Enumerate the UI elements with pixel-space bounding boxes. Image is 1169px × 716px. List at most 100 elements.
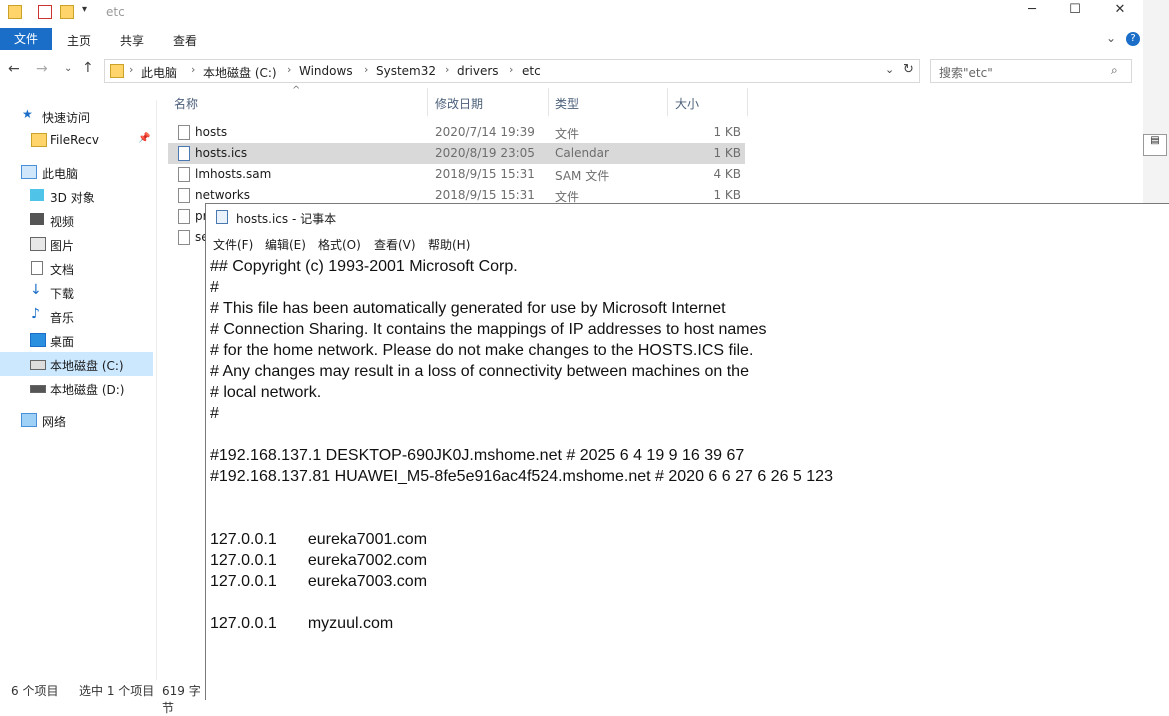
column-size[interactable]: 大小 (675, 95, 699, 112)
breadcrumb-windows[interactable]: Windows (299, 64, 353, 78)
text-line: # Connection Sharing. It contains the ma… (210, 321, 767, 338)
file-list-header: ^ 名称 修改日期 类型 大小 (168, 85, 748, 116)
tab-view[interactable]: 查看 (173, 32, 197, 49)
window-title: etc (106, 5, 125, 19)
nav-pictures[interactable]: 图片 (0, 232, 153, 256)
properties-icon[interactable] (38, 5, 52, 19)
folder-icon (8, 5, 22, 19)
file-row-hosts-ics[interactable]: hosts.ics 2020/8/19 23:05 Calendar 1 KB (168, 143, 745, 164)
file-row-services[interactable]: se (168, 227, 209, 248)
text-line: # local network. (210, 384, 322, 401)
document-icon (31, 261, 43, 275)
help-icon[interactable]: ? (1126, 32, 1140, 46)
drive-icon (30, 385, 46, 393)
details-view-icon[interactable]: ▤ (1143, 134, 1167, 156)
text-line: # (210, 405, 219, 422)
minimize-button[interactable]: ─ (1012, 2, 1052, 22)
text-line: # This file has been automatically gener… (210, 300, 726, 317)
back-arrow-icon[interactable]: ← (8, 61, 20, 77)
address-row: ← → ⌄ ↑ › 此电脑 › 本地磁盘 (C:) › Windows › Sy… (0, 57, 1143, 85)
close-button[interactable]: ✕ (1100, 2, 1140, 22)
navigation-pane: ★ 快速访问 FileRecv 📌 此电脑 3D 对象 视频 图片 文档 ↓ 下… (0, 100, 157, 680)
menu-format[interactable]: 格式(O) (318, 236, 361, 253)
menu-help[interactable]: 帮助(H) (428, 236, 470, 253)
text-line (210, 592, 1160, 613)
refresh-icon[interactable]: ↻ (903, 62, 914, 77)
tab-home[interactable]: 主页 (67, 32, 91, 49)
nav-this-pc[interactable]: 此电脑 (0, 160, 153, 184)
nav-drive-d[interactable]: 本地磁盘 (D:) (0, 376, 153, 400)
text-line: ## Copyright (c) 1993-2001 Microsoft Cor… (210, 258, 518, 275)
column-name[interactable]: 名称 (174, 95, 198, 112)
menu-edit[interactable]: 编辑(E) (265, 236, 306, 253)
breadcrumb-this-pc[interactable]: 此电脑 (141, 64, 177, 81)
pin-icon[interactable]: 📌 (138, 133, 150, 144)
column-date[interactable]: 修改日期 (435, 95, 483, 112)
menu-view[interactable]: 查看(V) (374, 236, 416, 253)
status-bar: 6 个项目 选中 1 个项目 619 字节 (0, 680, 210, 715)
video-icon (30, 213, 44, 225)
nav-quick-access[interactable]: ★ 快速访问 (0, 104, 153, 128)
text-line: # (210, 279, 219, 296)
nav-network[interactable]: 网络 (0, 408, 153, 432)
file-row-hosts[interactable]: hosts 2020/7/14 19:39 文件 1 KB (168, 122, 745, 143)
nav-drive-c[interactable]: 本地磁盘 (C:) (0, 352, 153, 376)
file-icon (178, 209, 190, 224)
drive-icon (30, 360, 46, 370)
text-line (210, 508, 1160, 529)
notepad-icon (216, 210, 228, 224)
text-line: # Any changes may result in a loss of co… (210, 363, 749, 380)
maximize-button[interactable]: ☐ (1055, 2, 1095, 22)
up-arrow-icon[interactable]: ↑ (82, 60, 94, 76)
folder-icon (110, 64, 124, 78)
file-icon (178, 230, 190, 245)
star-icon: ★ (22, 107, 33, 121)
nav-documents[interactable]: 文档 (0, 256, 153, 280)
notepad-menubar: 文件(F) 编辑(E) 格式(O) 查看(V) 帮助(H) (206, 234, 1169, 254)
breadcrumb-drive-c[interactable]: 本地磁盘 (C:) (203, 64, 277, 81)
nav-downloads[interactable]: ↓ 下载 (0, 280, 153, 304)
expand-ribbon-icon[interactable]: ⌄ (1106, 31, 1116, 45)
file-row-protocol[interactable]: pr (168, 206, 208, 227)
nav-filerecv[interactable]: FileRecv 📌 (0, 128, 153, 152)
file-row-lmhosts[interactable]: lmhosts.sam 2018/9/15 15:31 SAM 文件 4 KB (168, 164, 745, 185)
text-line (210, 424, 1160, 445)
text-line: 127.0.0.1 eureka7002.com (210, 552, 428, 569)
desktop-icon (30, 333, 46, 347)
file-icon (178, 167, 190, 182)
right-edge-panel: ▤ (1143, 0, 1169, 203)
text-line: # for the home network. Please do not ma… (210, 342, 754, 359)
explorer-titlebar: ▾ etc ─ ☐ ✕ (0, 0, 1143, 24)
folder-icon (31, 133, 47, 147)
nav-desktop[interactable]: 桌面 (0, 328, 153, 352)
nav-videos[interactable]: 视频 (0, 208, 153, 232)
search-input[interactable]: 搜索"etc" ⌕ (930, 59, 1132, 83)
text-line: #192.168.137.81 HUAWEI_M5-8fe5e916ac4f52… (210, 468, 833, 485)
file-icon (178, 188, 190, 203)
column-type[interactable]: 类型 (555, 95, 579, 112)
address-dropdown-icon[interactable]: ⌄ (885, 63, 894, 76)
picture-icon (30, 237, 46, 251)
new-folder-icon[interactable] (60, 5, 74, 19)
nav-music[interactable]: ♪ 音乐 (0, 304, 153, 328)
breadcrumb-drivers[interactable]: drivers (457, 64, 499, 78)
notepad-title: hosts.ics - 记事本 (236, 212, 337, 226)
breadcrumb-system32[interactable]: System32 (376, 64, 436, 78)
breadcrumb-etc[interactable]: etc (522, 64, 541, 78)
text-line: #192.168.137.1 DESKTOP-690JK0J.mshome.ne… (210, 447, 745, 464)
quick-access-dropdown-icon[interactable]: ▾ (82, 4, 87, 15)
search-icon[interactable]: ⌕ (1111, 63, 1118, 78)
tab-file[interactable]: 文件 (0, 28, 52, 50)
cube-icon (30, 189, 44, 201)
forward-arrow-icon[interactable]: → (36, 61, 48, 77)
notepad-text-area[interactable]: ## Copyright (c) 1993-2001 Microsoft Cor… (210, 256, 1160, 634)
menu-file[interactable]: 文件(F) (213, 236, 253, 253)
music-icon: ♪ (31, 306, 40, 322)
download-icon: ↓ (30, 282, 42, 298)
nav-3d-objects[interactable]: 3D 对象 (0, 184, 153, 208)
tab-share[interactable]: 共享 (120, 32, 144, 49)
recent-locations-icon[interactable]: ⌄ (64, 63, 72, 74)
search-placeholder: 搜索"etc" (939, 66, 993, 80)
text-line: 127.0.0.1 myzuul.com (210, 615, 394, 632)
address-bar[interactable]: › 此电脑 › 本地磁盘 (C:) › Windows › System32 ›… (104, 59, 920, 83)
